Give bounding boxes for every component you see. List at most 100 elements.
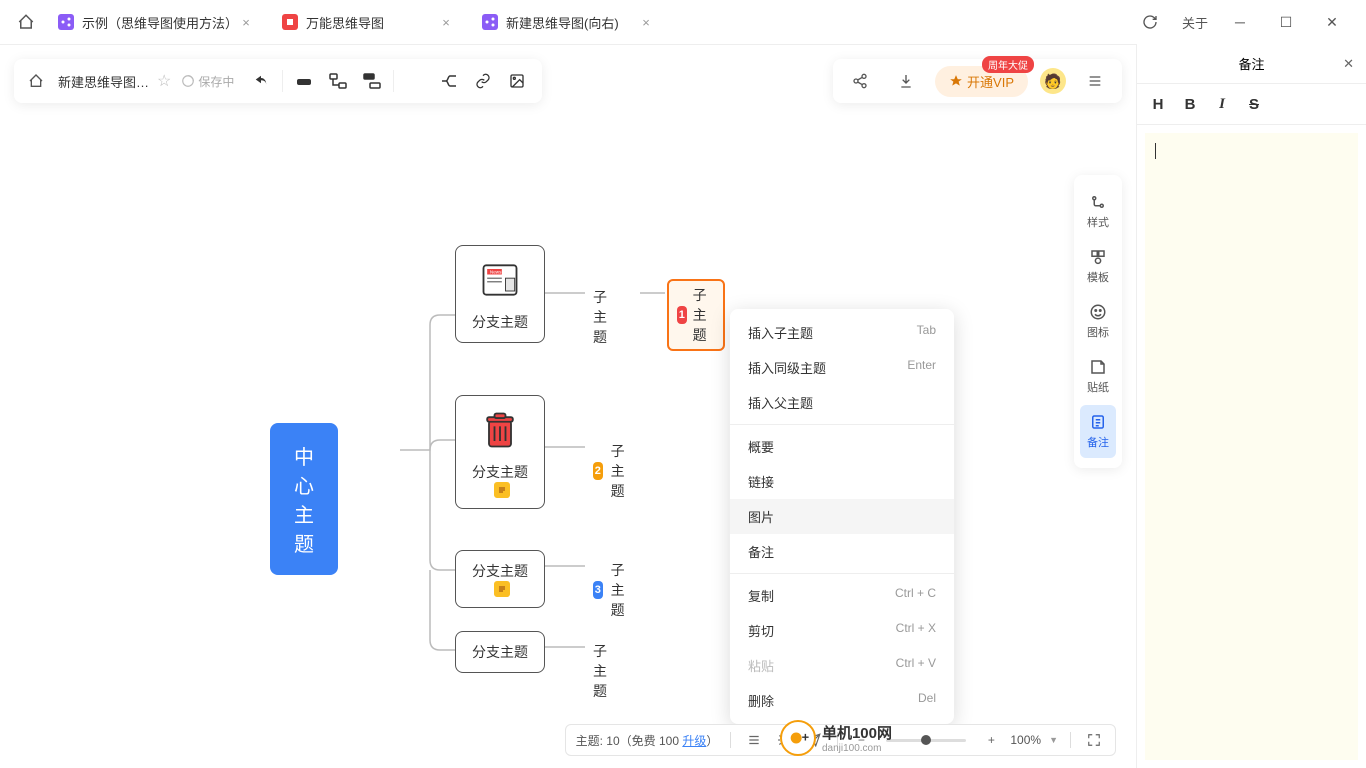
topic-count: 主题: 10（免费 100 升级） [576, 732, 719, 749]
menu-insert-sibling[interactable]: 插入同级主题Enter [730, 350, 954, 385]
tab-example[interactable]: 示例（思维导图使用方法） × [44, 4, 268, 40]
watermark-icon: + [780, 720, 816, 756]
zoom-in-button[interactable]: + [980, 729, 1002, 751]
menu-button[interactable] [1078, 64, 1112, 98]
menu-note[interactable]: 备注 [730, 534, 954, 569]
svg-text:News: News [490, 270, 502, 275]
canvas[interactable]: 新建思维导图(向... ☆ 保存中 开通VIP 周年大促 🧑 [0, 44, 1136, 768]
vip-badge: 周年大促 [982, 56, 1034, 73]
zoom-slider[interactable] [886, 739, 966, 742]
sub-label: 子主题 [611, 560, 633, 620]
sibling-node-button[interactable] [355, 64, 389, 98]
badge-3: 3 [593, 581, 603, 599]
sidebar-item-label: 贴纸 [1087, 379, 1109, 395]
separator [282, 70, 283, 92]
about-button[interactable]: 关于 [1182, 8, 1208, 36]
menu-paste[interactable]: 粘贴Ctrl + V [730, 648, 954, 683]
fullscreen-button[interactable] [1083, 729, 1105, 751]
save-status: 保存中 [181, 73, 234, 90]
central-node[interactable]: 中心主题 [270, 423, 338, 575]
download-button[interactable] [889, 64, 923, 98]
badge-1: 1 [677, 306, 687, 324]
doc-title[interactable]: 新建思维导图(向... [58, 72, 153, 91]
menu-insert-child[interactable]: 插入子主题Tab [730, 315, 954, 350]
watermark: + 单机100网 danji100.com [780, 720, 892, 756]
sidebar-item-label: 模板 [1087, 269, 1109, 285]
star-icon[interactable]: ☆ [157, 71, 171, 91]
menu-summary[interactable]: 概要 [730, 429, 954, 464]
home-icon[interactable] [22, 67, 50, 95]
notes-editor[interactable] [1145, 133, 1358, 760]
menu-copy[interactable]: 复制Ctrl + C [730, 578, 954, 613]
vip-button[interactable]: 开通VIP 周年大促 [935, 66, 1028, 97]
sidebar-item-template[interactable]: 模板 [1080, 240, 1116, 293]
sub-node-4[interactable]: 子主题 [585, 637, 615, 705]
sub-node-1b[interactable]: 1 子主题 [667, 279, 725, 351]
home-button[interactable] [8, 4, 44, 40]
image-button[interactable] [500, 64, 534, 98]
tab-new-mindmap[interactable]: 新建思维导图(向右) × [468, 4, 668, 40]
tab-universal[interactable]: 万能思维导图 × [268, 4, 468, 40]
window-controls: 关于 ─ ☐ ✕ [1136, 8, 1358, 36]
sub-label: 子主题 [593, 641, 607, 701]
tab-label: 万能思维导图 [306, 13, 384, 32]
watermark-text-group: 单机100网 danji100.com [822, 722, 892, 754]
chevron-down-icon[interactable]: ▼ [1049, 735, 1058, 745]
branch-node-3[interactable]: 分支主题 [455, 550, 545, 608]
sidebar-item-icon[interactable]: 图标 [1080, 295, 1116, 348]
toolbar-right: 开通VIP 周年大促 🧑 [833, 59, 1122, 103]
sub-node-2[interactable]: 2 子主题 [585, 437, 641, 505]
italic-button[interactable]: I [1207, 90, 1237, 118]
text-cursor [1155, 143, 1156, 159]
child-node-button[interactable] [321, 64, 355, 98]
app-icon [282, 14, 298, 30]
sub-node-3[interactable]: 3 子主题 [585, 556, 641, 624]
close-icon[interactable]: ✕ [1343, 56, 1354, 72]
strike-button[interactable]: S [1239, 90, 1269, 118]
sub-label: 子主题 [693, 285, 715, 345]
toolbar-left: 新建思维导图(向... ☆ 保存中 [14, 59, 542, 103]
sidebar-item-note[interactable]: 备注 [1080, 405, 1116, 458]
close-icon[interactable]: × [438, 14, 454, 30]
upgrade-link[interactable]: 升级 [682, 734, 706, 748]
svg-text:+: + [802, 730, 809, 745]
separator [730, 424, 954, 425]
separator [730, 573, 954, 574]
share-button[interactable] [843, 64, 877, 98]
refresh-button[interactable] [1136, 8, 1164, 36]
note-indicator-icon[interactable] [494, 581, 510, 597]
context-menu: 插入子主题Tab 插入同级主题Enter 插入父主题 概要 链接 图片 备注 复… [730, 309, 954, 724]
menu-delete[interactable]: 删除Del [730, 683, 954, 718]
zoom-handle[interactable] [921, 735, 931, 745]
menu-insert-parent[interactable]: 插入父主题 [730, 385, 954, 420]
summary-button[interactable] [432, 64, 466, 98]
sidebar-item-label: 图标 [1087, 324, 1109, 340]
bold-button[interactable]: B [1175, 90, 1205, 118]
branch-node-4[interactable]: 分支主题 [455, 631, 545, 673]
tab-list: 示例（思维导图使用方法） × 万能思维导图 × 新建思维导图(向右) × [44, 0, 1136, 44]
outline-button[interactable] [743, 729, 765, 751]
minimize-button[interactable]: ─ [1226, 8, 1254, 36]
close-icon[interactable]: × [238, 14, 254, 30]
relation-button[interactable] [398, 64, 432, 98]
node-button[interactable] [287, 64, 321, 98]
watermark-text: 单机100网 [822, 725, 892, 742]
separator [393, 70, 394, 92]
menu-image[interactable]: 图片 [730, 499, 954, 534]
avatar[interactable]: 🧑 [1040, 68, 1066, 94]
undo-button[interactable] [244, 64, 278, 98]
note-indicator-icon[interactable] [494, 482, 510, 498]
sub-node-1[interactable]: 子主题 [585, 283, 615, 351]
sidebar-item-sticker[interactable]: 贴纸 [1080, 350, 1116, 403]
close-icon[interactable]: × [638, 14, 654, 30]
close-button[interactable]: ✕ [1318, 8, 1346, 36]
menu-link[interactable]: 链接 [730, 464, 954, 499]
branch-node-1[interactable]: News 分支主题 [455, 245, 545, 343]
badge-2: 2 [593, 462, 603, 480]
heading-button[interactable]: H [1143, 90, 1173, 118]
sidebar-item-style[interactable]: 样式 [1080, 185, 1116, 238]
link-button[interactable] [466, 64, 500, 98]
menu-cut[interactable]: 剪切Ctrl + X [730, 613, 954, 648]
maximize-button[interactable]: ☐ [1272, 8, 1300, 36]
branch-node-2[interactable]: 分支主题 [455, 395, 545, 509]
